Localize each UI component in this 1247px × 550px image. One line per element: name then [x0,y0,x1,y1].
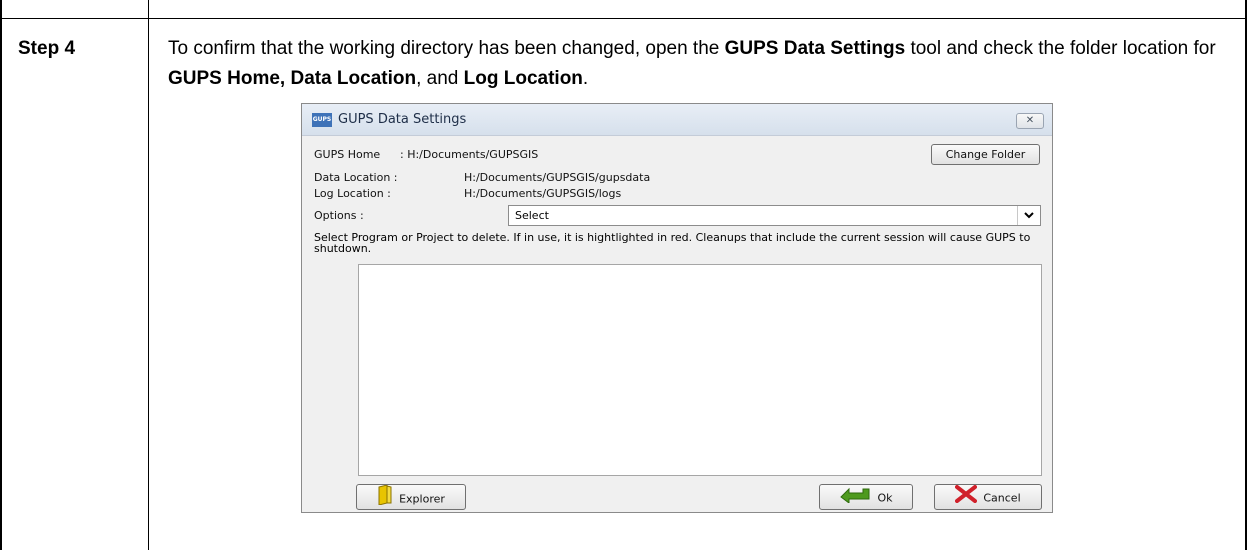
bold-term: Log Location [463,68,583,89]
bold-term: GUPS Data Settings [724,38,906,59]
chevron-down-icon[interactable] [1017,206,1040,225]
explorer-button[interactable]: Explorer [356,484,466,510]
delete-hint-text: Select Program or Project to delete. If … [314,231,1031,255]
data-location-value: H:/Documents/GUPSGIS/gupsdata [464,171,651,184]
bold-term: GUPS Home, Data Location [168,68,417,89]
dialog-title: GUPS Data Settings [338,112,467,127]
green-arrow-icon [839,485,871,512]
options-selected-value: Select [515,209,549,222]
gups-app-icon: GUPS [312,113,332,127]
options-select[interactable]: Select [508,205,1041,226]
close-button[interactable]: ✕ [1016,113,1044,129]
step-label: Step 4 [18,38,76,59]
dialog-titlebar: GUPS GUPS Data Settings ✕ [302,104,1052,136]
change-folder-button[interactable]: Change Folder [931,144,1040,165]
ok-button[interactable]: Ok [819,484,913,510]
gups-data-settings-dialog: GUPS GUPS Data Settings ✕ GUPS Home : H:… [301,103,1053,513]
cancel-button[interactable]: Cancel [934,484,1042,510]
log-location-value: H:/Documents/GUPSGIS/logs [464,187,622,200]
program-project-list[interactable] [358,264,1042,476]
options-label: Options : [314,209,364,222]
table-row-divider [0,18,1247,19]
table-left-border [0,0,2,550]
gups-home-label: GUPS Home [314,148,381,161]
gups-home-value: : H:/Documents/GUPSGIS [400,148,539,161]
data-location-label: Data Location : [314,171,398,184]
red-x-icon [955,485,978,512]
folder-icon [377,484,393,514]
instruction-text: To confirm that the working directory ha… [168,38,1216,89]
table-column-divider [148,0,149,550]
log-location-label: Log Location : [314,187,391,200]
